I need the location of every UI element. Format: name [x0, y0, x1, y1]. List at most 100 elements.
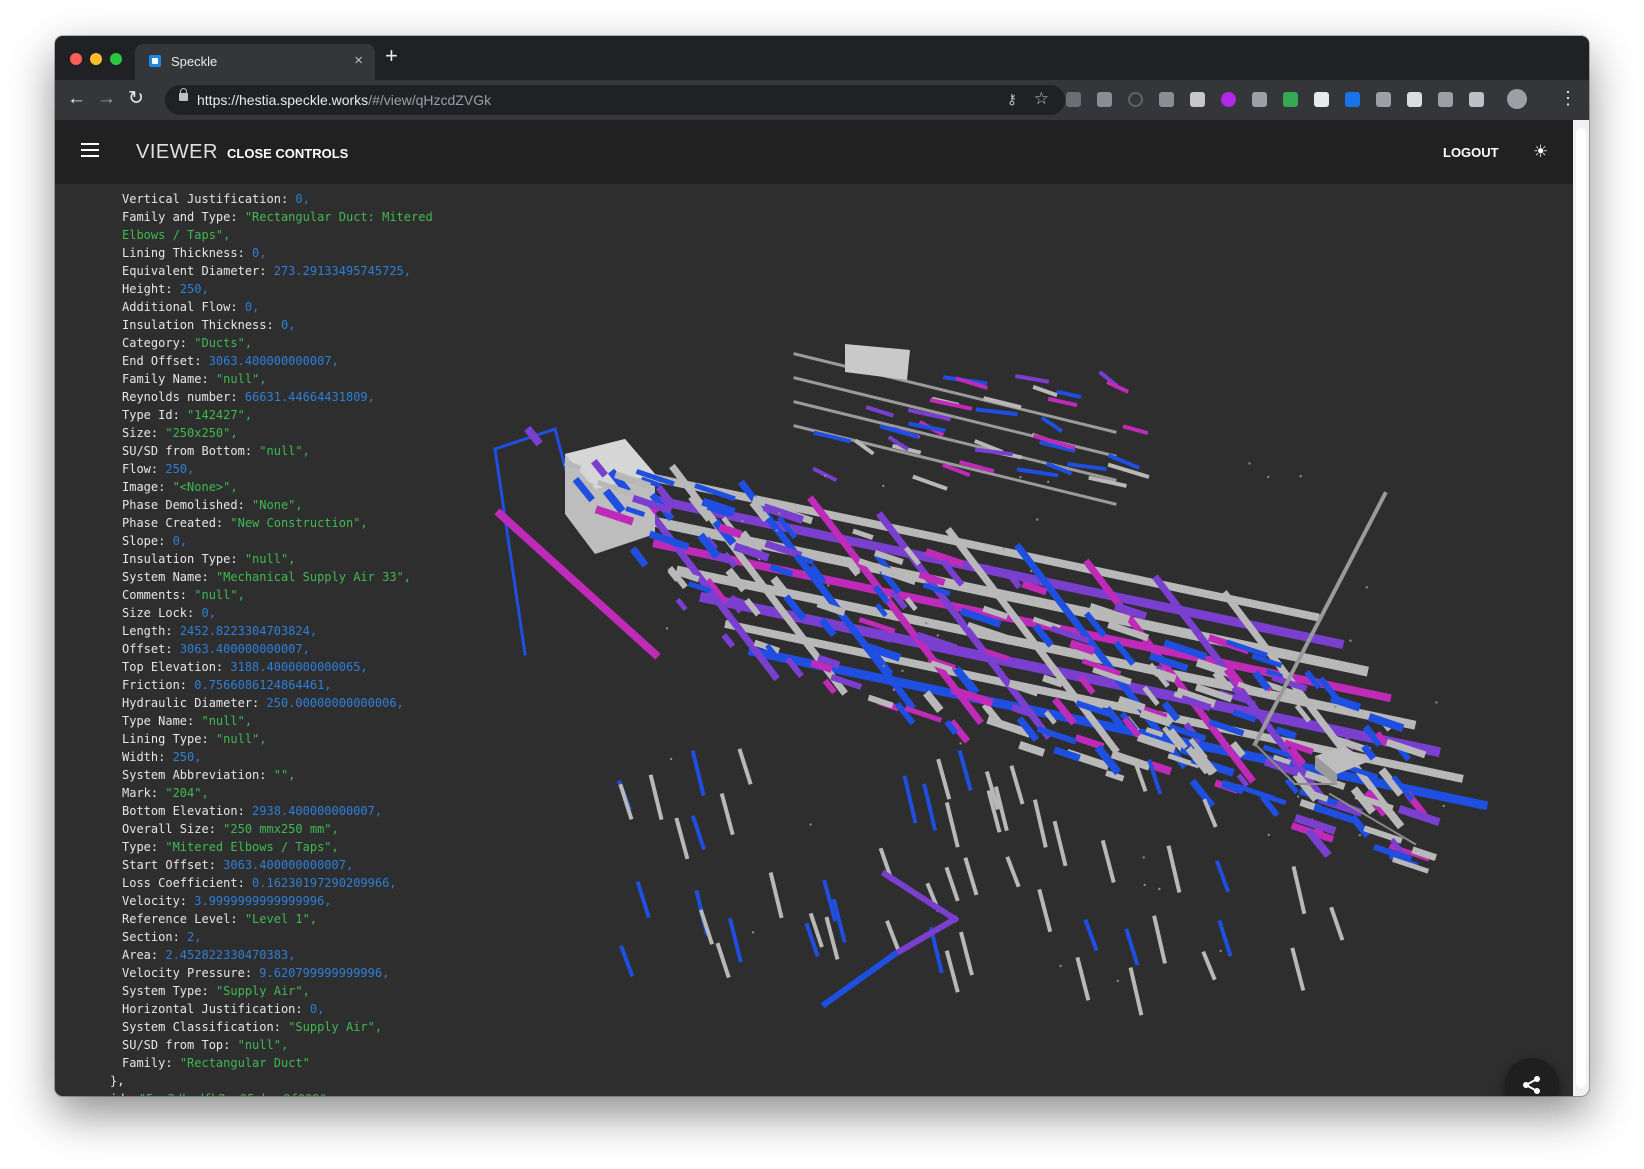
diffuser-drop[interactable]	[727, 917, 743, 963]
shelf-duct[interactable]	[1122, 424, 1149, 436]
duct-fitting[interactable]	[675, 597, 688, 612]
minimize-window-button[interactable]	[90, 53, 102, 65]
diffuser-drop[interactable]	[1083, 918, 1099, 952]
diffuser-drop[interactable]	[957, 749, 973, 791]
viewer-canvas[interactable]: Vertical Justification: 0, Family and Typ…	[55, 184, 1573, 1096]
duct-fitting[interactable]	[1148, 652, 1189, 672]
duct-fitting[interactable]	[1069, 639, 1096, 655]
shelf-duct[interactable]	[1056, 389, 1082, 400]
shelf-duct[interactable]	[865, 405, 894, 418]
diffuser-drop[interactable]	[1009, 765, 1025, 805]
diffuser-drop[interactable]	[1005, 856, 1021, 888]
riser-duct[interactable]	[493, 427, 557, 451]
diffuser-drop[interactable]	[698, 909, 714, 945]
duct-fitting[interactable]	[1230, 741, 1246, 758]
duct-fitting[interactable]	[1236, 773, 1250, 788]
rooftop-unit[interactable]	[845, 344, 910, 380]
key-icon[interactable]: ⚷	[1007, 91, 1017, 108]
duct-fitting[interactable]	[718, 523, 743, 539]
branch-duct[interactable]	[880, 869, 960, 924]
diffuser-drop[interactable]	[674, 817, 690, 860]
diffuser-drop[interactable]	[737, 748, 753, 785]
chat-icon[interactable]	[1438, 92, 1453, 107]
shelf-duct[interactable]	[974, 447, 1013, 457]
shelf-duct[interactable]	[1016, 467, 1059, 478]
duct-fitting[interactable]	[1294, 704, 1311, 723]
zoom-window-button[interactable]	[110, 53, 122, 65]
riser-duct[interactable]	[493, 447, 527, 656]
diffuser-drop[interactable]	[1290, 947, 1306, 992]
diffuser-drop[interactable]	[1166, 845, 1182, 893]
duct-fitting[interactable]	[563, 460, 582, 471]
diffuser-drop[interactable]	[715, 942, 731, 979]
tab-close-icon[interactable]: ×	[354, 52, 363, 69]
diffuser-drop[interactable]	[1217, 919, 1233, 957]
duct-fitting[interactable]	[524, 425, 543, 447]
drive-grey-icon[interactable]	[1252, 92, 1267, 107]
duct-fitting[interactable]	[679, 570, 700, 583]
profile-avatar[interactable]	[1507, 89, 1527, 109]
diffuser-drop[interactable]	[922, 783, 938, 831]
duct-fitting[interactable]	[1074, 734, 1105, 750]
diffuser-drop[interactable]	[1032, 799, 1048, 848]
brightness-icon[interactable]: ☀	[1533, 142, 1548, 162]
diffuser-drop[interactable]	[885, 920, 901, 952]
diffuser-drop[interactable]	[1128, 967, 1144, 1016]
shelf-duct[interactable]	[1015, 373, 1050, 384]
blue-extension-icon[interactable]	[1345, 92, 1360, 107]
shelf-duct[interactable]	[912, 474, 948, 491]
reload-icon[interactable]: ↻	[128, 88, 144, 110]
circle-extension-icon[interactable]	[1128, 92, 1143, 107]
duct-fitting[interactable]	[1021, 580, 1048, 596]
v-extension-icon[interactable]	[1469, 92, 1484, 107]
shelf-duct[interactable]	[1040, 416, 1064, 433]
bulb-icon[interactable]	[1159, 92, 1174, 107]
diffuser-drop[interactable]	[648, 774, 664, 821]
diffuser-drop[interactable]	[690, 815, 706, 850]
diffuser-drop[interactable]	[635, 881, 651, 919]
duct-fitting[interactable]	[1018, 741, 1046, 757]
diffuser-drop[interactable]	[944, 950, 960, 993]
back-icon[interactable]: ←	[67, 88, 86, 110]
diffuser-drop[interactable]	[959, 931, 974, 976]
shelf-duct[interactable]	[1032, 385, 1058, 398]
duct-fitting[interactable]	[629, 546, 649, 568]
duct-fitting[interactable]	[1032, 623, 1054, 648]
diffuser-drop[interactable]	[1329, 906, 1345, 941]
new-tab-button[interactable]: +	[385, 45, 398, 67]
logout-button[interactable]: LOGOUT	[1443, 145, 1499, 160]
duct-fitting[interactable]	[1252, 670, 1272, 692]
duct-fitting[interactable]	[1042, 674, 1064, 688]
ublock-icon[interactable]	[1066, 92, 1081, 107]
duct-fitting[interactable]	[1149, 761, 1173, 776]
duct-fitting[interactable]	[1380, 802, 1405, 830]
branch-duct[interactable]	[890, 914, 960, 959]
diffuser-drop[interactable]	[1100, 839, 1116, 883]
duct-fitting[interactable]	[1235, 783, 1275, 801]
close-controls-button[interactable]: CLOSE CONTROLS	[227, 146, 348, 161]
duct-fitting[interactable]	[1275, 726, 1297, 740]
diffuser-drop[interactable]	[719, 792, 735, 836]
scrollbar-thumb[interactable]	[1576, 128, 1586, 1088]
duct-fitting[interactable]	[727, 595, 745, 614]
duct-fitting[interactable]	[852, 528, 874, 541]
g-extension-icon[interactable]	[1376, 92, 1391, 107]
duct-fitting[interactable]	[810, 659, 833, 673]
diffuser-drop[interactable]	[944, 866, 960, 902]
diffuser-drop[interactable]	[936, 758, 952, 800]
diffuser-drop[interactable]	[1052, 820, 1068, 867]
google-drive-icon[interactable]	[1283, 92, 1298, 107]
menu-icon[interactable]	[81, 143, 99, 157]
duct-fitting[interactable]	[721, 633, 736, 649]
diffuser-drop[interactable]	[1214, 860, 1231, 893]
diffuser-drop[interactable]	[1075, 956, 1091, 1001]
printer-icon[interactable]	[1190, 92, 1205, 107]
hand-icon[interactable]	[1407, 92, 1422, 107]
diffuser-drop[interactable]	[618, 783, 634, 821]
address-bar[interactable]: https://hestia.speckle.works/#/view/qHzc…	[165, 85, 1065, 115]
diffuser-drop[interactable]	[1291, 865, 1307, 915]
forward-icon[interactable]: →	[97, 88, 116, 110]
diffuser-drop[interactable]	[768, 872, 784, 919]
close-window-button[interactable]	[70, 53, 82, 65]
diffuser-drop[interactable]	[619, 945, 635, 978]
